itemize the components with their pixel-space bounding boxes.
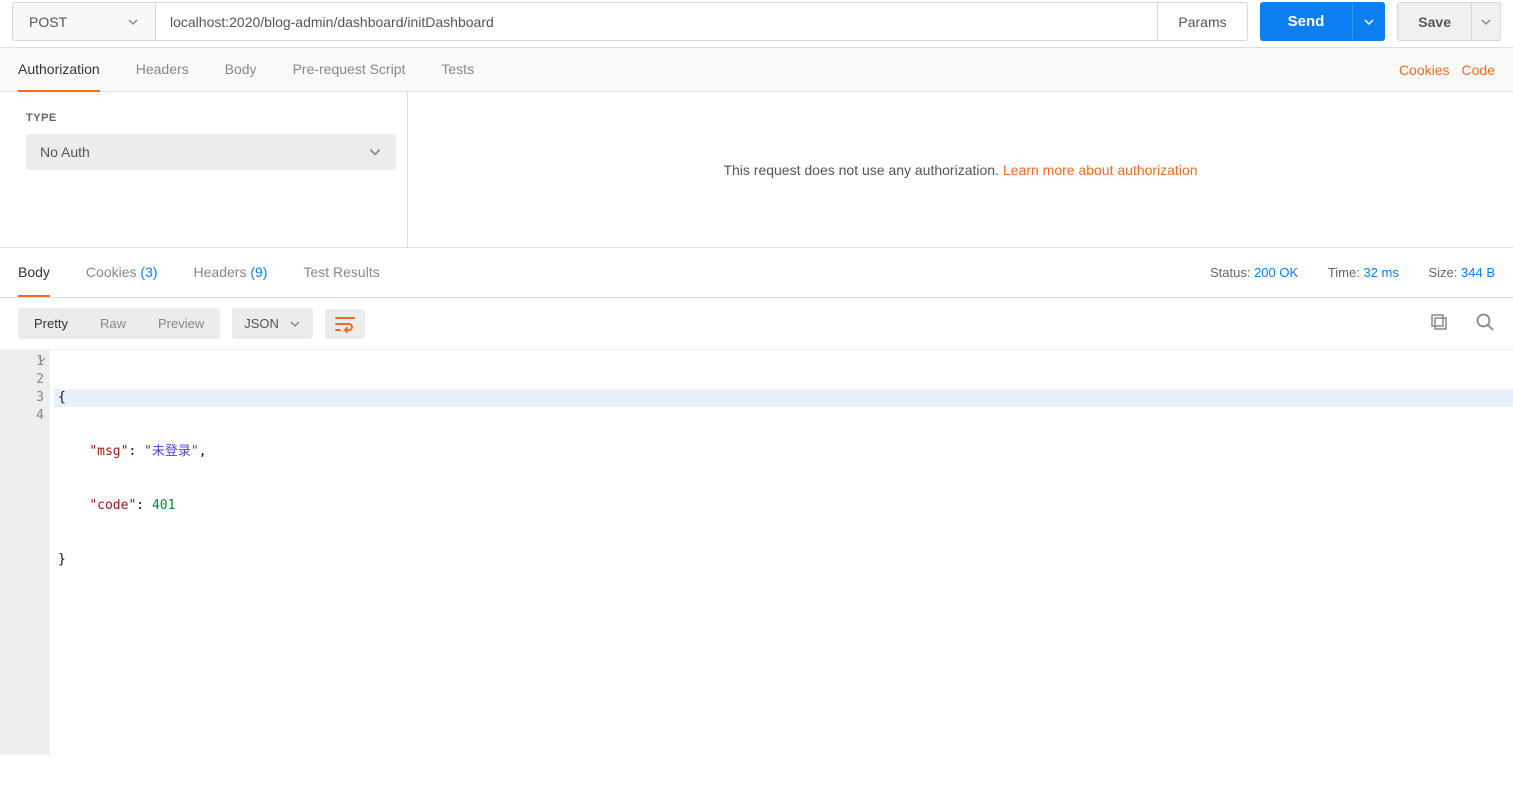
size-value: 344 B: [1461, 265, 1495, 280]
copy-button[interactable]: [1429, 312, 1449, 335]
auth-type-label: TYPE: [26, 112, 381, 124]
format-select[interactable]: JSON: [232, 308, 313, 339]
size-wrap: Size: 344 B: [1428, 265, 1495, 280]
tab-headers[interactable]: Headers: [136, 48, 189, 92]
auth-message: This request does not use any authorizat…: [723, 162, 999, 178]
save-group: Save: [1397, 2, 1501, 41]
line-number: 1: [0, 353, 44, 371]
wrap-button[interactable]: [325, 309, 365, 339]
chevron-down-icon: [1480, 16, 1492, 28]
resp-tab-headers[interactable]: Headers (9): [194, 249, 268, 297]
format-value: JSON: [244, 316, 279, 331]
resp-cookies-label: Cookies: [86, 264, 137, 280]
size-label: Size:: [1428, 265, 1457, 280]
tab-body[interactable]: Body: [225, 48, 257, 92]
resp-headers-count: (9): [250, 264, 267, 280]
resp-tab-body[interactable]: Body: [18, 249, 50, 297]
view-pretty[interactable]: Pretty: [18, 308, 84, 339]
copy-icon: [1429, 312, 1449, 332]
status-label: Status:: [1210, 265, 1250, 280]
save-dropdown[interactable]: [1472, 2, 1501, 41]
tab-prescript[interactable]: Pre-request Script: [293, 48, 406, 92]
url-input[interactable]: [156, 2, 1158, 41]
tab-authorization[interactable]: Authorization: [18, 48, 100, 92]
time-value: 32 ms: [1363, 265, 1398, 280]
time-label: Time:: [1328, 265, 1360, 280]
chevron-down-icon: [127, 16, 139, 28]
code-line: "msg": "未登录",: [54, 443, 1513, 461]
status-value: 200 OK: [1254, 265, 1298, 280]
response-body-viewer[interactable]: 1 2 3 4 { "msg": "未登录", "code": 401 }: [0, 349, 1513, 755]
search-icon: [1475, 312, 1495, 332]
cookies-link[interactable]: Cookies: [1399, 62, 1450, 78]
method-value: POST: [29, 14, 67, 30]
auth-panel: TYPE No Auth This request does not use a…: [0, 92, 1513, 248]
chevron-down-icon: [368, 145, 382, 159]
time-wrap: Time: 32 ms: [1328, 265, 1403, 280]
method-select[interactable]: POST: [12, 2, 156, 41]
code-line: "code": 401: [54, 497, 1513, 515]
resp-tab-tests[interactable]: Test Results: [303, 249, 379, 297]
search-button[interactable]: [1475, 312, 1495, 335]
code-link[interactable]: Code: [1462, 62, 1495, 78]
params-button[interactable]: Params: [1158, 2, 1247, 41]
view-raw[interactable]: Raw: [84, 308, 142, 339]
send-group: Send: [1260, 2, 1386, 41]
view-preview[interactable]: Preview: [142, 308, 220, 339]
code-line: }: [54, 551, 1513, 569]
status-wrap: Status: 200 OK: [1210, 265, 1302, 280]
resp-tab-cookies[interactable]: Cookies (3): [86, 249, 158, 297]
auth-type-value: No Auth: [40, 144, 90, 160]
wrap-icon: [335, 315, 355, 333]
fold-caret-icon[interactable]: [38, 356, 46, 364]
save-button[interactable]: Save: [1397, 2, 1472, 41]
auth-left: TYPE No Auth: [0, 92, 408, 247]
chevron-down-icon: [1363, 16, 1375, 28]
response-tabs: Body Cookies (3) Headers (9) Test Result…: [0, 248, 1513, 298]
send-button[interactable]: Send: [1260, 2, 1353, 41]
send-dropdown[interactable]: [1352, 2, 1385, 41]
code: { "msg": "未登录", "code": 401 }: [50, 350, 1513, 755]
viewer-toolbar: Pretty Raw Preview JSON: [0, 298, 1513, 349]
tab-tests[interactable]: Tests: [441, 48, 474, 92]
gutter: 1 2 3 4: [0, 350, 50, 755]
line-number: 2: [0, 371, 44, 389]
auth-type-select[interactable]: No Auth: [26, 134, 396, 170]
line-number: 4: [0, 407, 44, 425]
request-bar: POST Params Send Save: [0, 0, 1513, 48]
auth-right: This request does not use any authorizat…: [408, 92, 1513, 247]
response-meta: Status: 200 OK Time: 32 ms Size: 344 B: [1184, 265, 1495, 280]
view-mode-segment: Pretty Raw Preview: [18, 308, 220, 339]
chevron-down-icon: [289, 318, 301, 330]
resp-headers-label: Headers: [194, 264, 247, 280]
request-tabs: Authorization Headers Body Pre-request S…: [0, 48, 1513, 92]
code-line: {: [54, 389, 1513, 407]
resp-cookies-count: (3): [140, 264, 157, 280]
auth-learn-more-link[interactable]: Learn more about authorization: [1003, 162, 1198, 178]
line-number: 3: [0, 389, 44, 407]
